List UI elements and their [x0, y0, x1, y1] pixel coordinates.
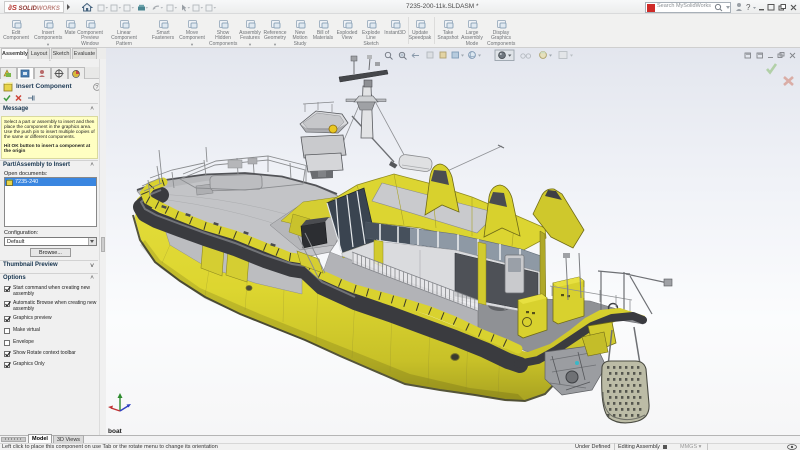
svg-text:boat: boat: [108, 428, 123, 435]
svg-text:?: ?: [95, 85, 98, 91]
svg-text:?: ?: [746, 3, 751, 12]
